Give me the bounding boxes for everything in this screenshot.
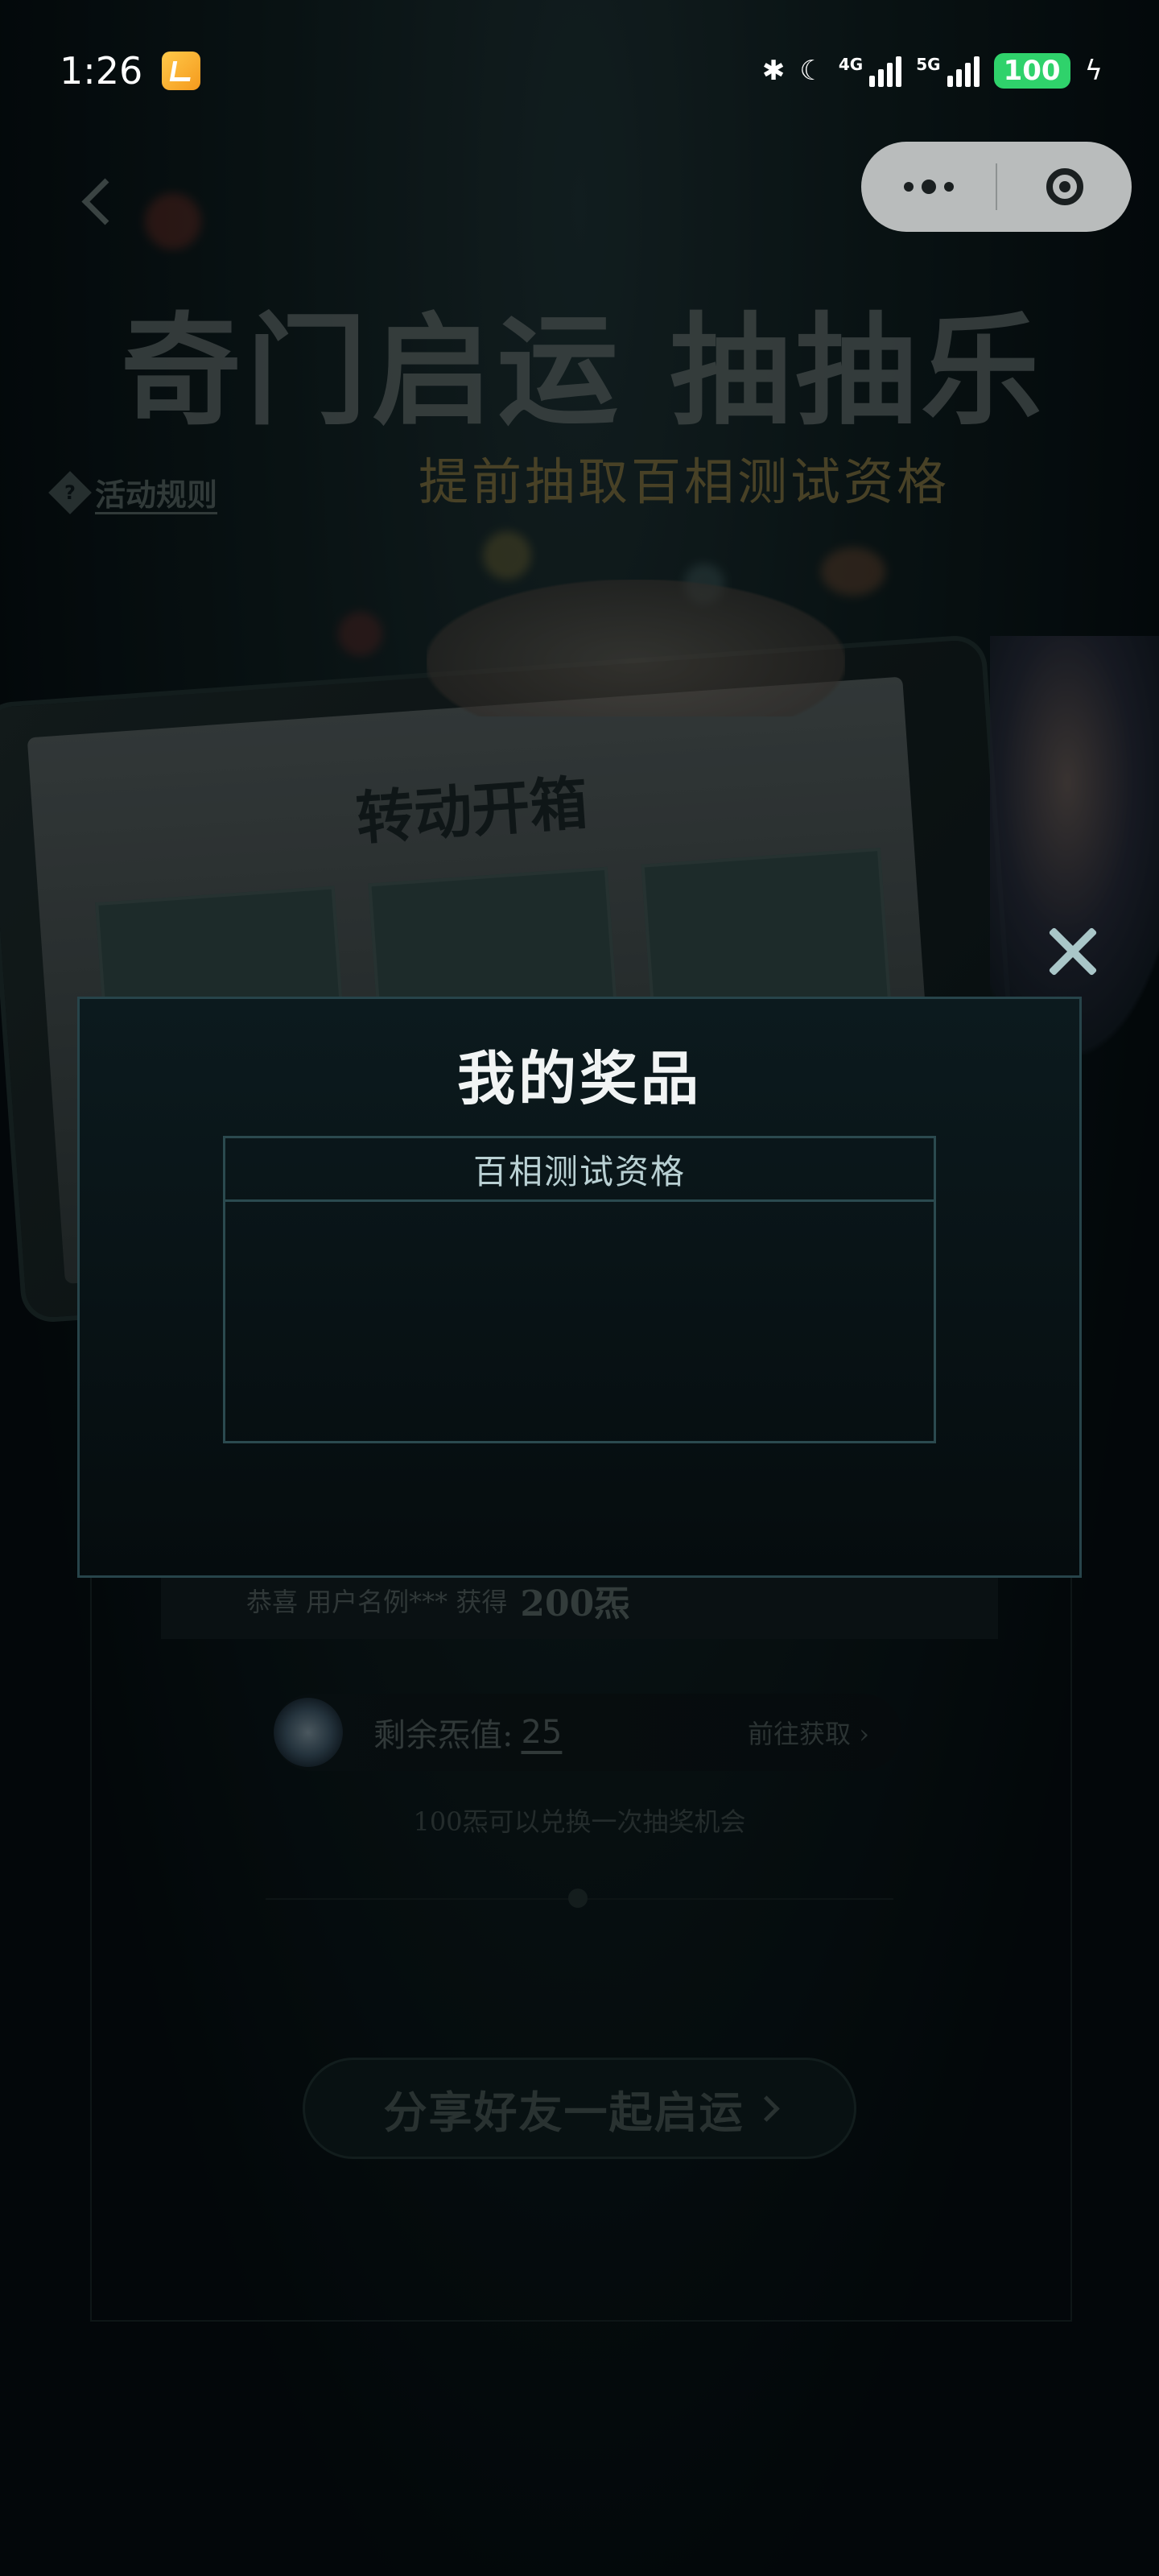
- status-time: 1:26: [60, 49, 143, 93]
- network-5g-label: 5G: [916, 55, 941, 74]
- network-4g-label: 4G: [838, 55, 864, 74]
- my-prizes-modal: 我的奖品 百相测试资格: [77, 997, 1082, 1578]
- prize-table: 百相测试资格: [223, 1136, 936, 1443]
- miniprogram-capsule: [861, 142, 1132, 232]
- app-root: 奇门启运 抽抽乐 ? 活动规则 提前抽取百相测试资格 转动开箱 恭喜 用户名例*…: [0, 0, 1159, 2576]
- more-dots-icon[interactable]: [861, 142, 996, 232]
- charging-icon: ϟ: [1084, 55, 1103, 87]
- signal-5g-icon: 5G: [916, 55, 980, 87]
- notification-app-icon: [162, 52, 201, 90]
- battery-indicator: 100: [993, 53, 1070, 89]
- target-circle-icon[interactable]: [997, 142, 1132, 232]
- status-bar: 1:26 ✱ ☾ 4G 5G 100 ϟ: [0, 0, 1159, 142]
- moon-icon: ☾: [799, 55, 824, 87]
- prize-table-header: 百相测试资格: [225, 1138, 934, 1202]
- bluetooth-icon: ✱: [761, 55, 786, 87]
- signal-4g-icon: 4G: [838, 55, 902, 87]
- close-icon[interactable]: [1045, 924, 1099, 979]
- modal-title: 我的奖品: [456, 1044, 702, 1113]
- status-indicators: ✱ ☾ 4G 5G 100 ϟ: [762, 53, 1103, 89]
